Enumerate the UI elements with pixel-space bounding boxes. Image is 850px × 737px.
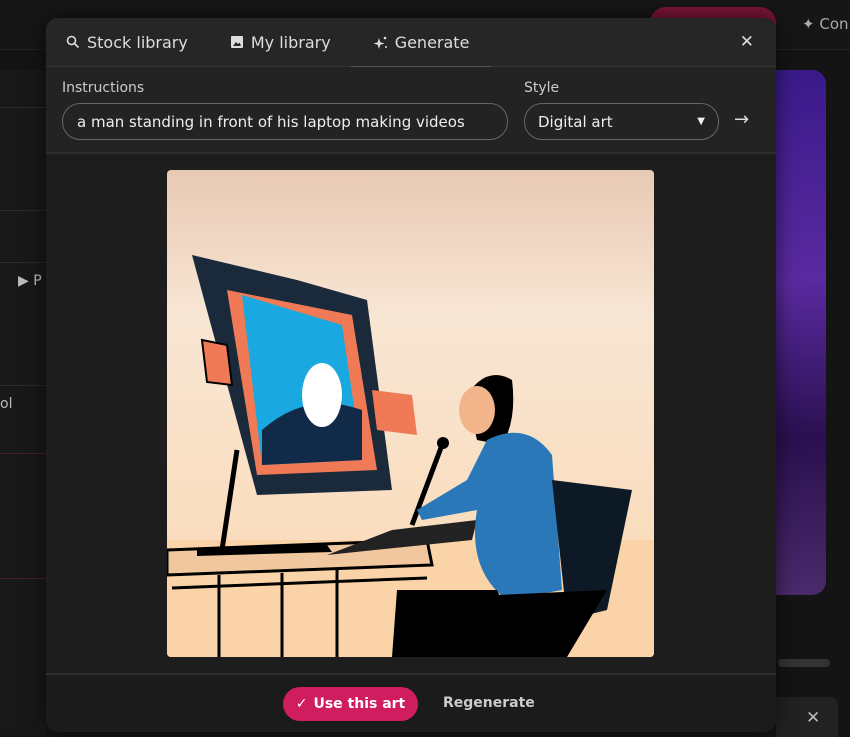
style-select[interactable]: Digital art ▼ xyxy=(524,103,719,140)
close-icon[interactable]: ✕ xyxy=(740,32,754,52)
use-this-art-label: Use this art xyxy=(313,696,406,712)
divider xyxy=(0,107,46,108)
tab-label: My library xyxy=(250,32,331,52)
background-play-item: ▶ P xyxy=(18,273,42,289)
sparkle-icon xyxy=(373,36,387,49)
divider xyxy=(0,385,46,386)
toast-close-icon: ✕ xyxy=(806,708,821,728)
style-value: Digital art xyxy=(538,112,613,131)
search-icon xyxy=(66,35,80,49)
divider xyxy=(0,578,46,579)
style-label: Style xyxy=(524,80,560,96)
background-preview-panel xyxy=(776,70,826,595)
tab-stock-library[interactable]: Stock library xyxy=(66,18,188,67)
image-icon xyxy=(230,36,243,48)
use-this-art-button[interactable]: ✓ Use this art xyxy=(283,687,418,721)
regenerate-button[interactable]: Regenerate xyxy=(443,695,535,711)
submit-arrow-icon[interactable]: → xyxy=(734,109,749,130)
check-icon: ✓ xyxy=(295,696,308,712)
divider xyxy=(0,453,46,454)
background-con-button: ✦ Con xyxy=(802,15,849,33)
tab-generate[interactable]: Generate xyxy=(350,18,492,68)
background-tool-text: ol xyxy=(0,396,13,412)
tab-bar: Stock library My library Generate ✕ xyxy=(46,18,776,68)
generated-image xyxy=(167,170,654,657)
caret-down-icon: ▼ xyxy=(697,116,705,127)
tab-label: Stock library xyxy=(87,32,188,52)
tab-my-library[interactable]: My library xyxy=(230,18,331,67)
generate-form: Instructions a man standing in front of … xyxy=(46,67,776,154)
background-slider xyxy=(778,659,830,667)
media-modal: Stock library My library Generate ✕ Inst… xyxy=(46,18,776,732)
modal-footer: ✓ Use this art Regenerate xyxy=(46,673,776,732)
divider xyxy=(0,262,46,263)
tab-label: Generate xyxy=(394,32,470,52)
instructions-label: Instructions xyxy=(62,80,145,96)
instructions-input[interactable]: a man standing in front of his laptop ma… xyxy=(62,103,508,140)
divider xyxy=(0,210,46,211)
